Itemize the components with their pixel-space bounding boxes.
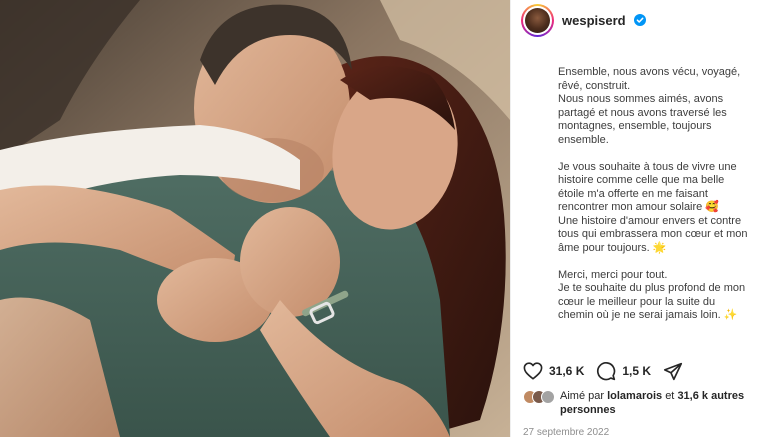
post-side-panel: wespiserd Ensemble, nous avons vécu, voy… [510,0,762,437]
couple-photo-illustration [0,0,510,437]
caption-line: cœur le meilleur pour la suite du [558,295,716,308]
heart-icon[interactable] [523,362,543,380]
caption-line: partagé et nous avons traversé les [558,106,727,119]
liked-by-prefix: Aimé par [560,390,605,402]
caption-line: histoire comme celle que ma belle [558,174,725,186]
comment-action[interactable]: 1,5 K [596,361,651,381]
caption-line: Merci, merci pour tout. [558,268,668,281]
like-action[interactable]: 31,6 K [523,362,584,380]
avatar [541,390,555,404]
liked-by-user-link[interactable]: lolamarois [607,390,662,402]
post-photo[interactable] [0,0,510,437]
comments-count: 1,5 K [622,364,652,378]
caption-line: Nous nous sommes aimés, avons [558,93,724,105]
liked-by-middle: et [665,390,675,402]
caption-line: tous qui embrassera mon cœur et mon [558,228,748,240]
share-action[interactable] [663,362,683,381]
caption-paragraph: Merci, merci pour tout. Je te souhaite du… [558,269,762,323]
paper-plane-icon[interactable] [663,362,683,381]
comment-bubble-icon[interactable] [596,361,616,381]
caption-line: Je te souhaite du plus profond de mon [558,282,746,294]
caption-line: Ensemble, nous avons vécu, voyagé, [558,66,741,78]
post-actions: 31,6 K 1,5 K [523,361,683,381]
caption-line: Une histoire d'amour envers et contre [558,214,742,227]
caption-line: étoile m'a offerte en me faisant [558,187,708,200]
caption-line: âme pour toujours. 🌟 [558,241,667,254]
likes-count: 31,6 K [549,364,585,378]
liked-by: Aimé par lolamarois et 31,6 k autres per… [523,389,756,417]
caption-line: rêvé, construit. [558,79,631,92]
post-caption: Ensemble, nous avons vécu, voyagé, rêvé, … [558,66,762,352]
caption-line: ensemble. [558,133,609,146]
verified-badge-icon [633,14,646,26]
post-date: 27 septembre 2022 [523,427,610,437]
caption-line: rencontrer mon amour solaire 🥰 [558,201,720,213]
caption-paragraph: Ensemble, nous avons vécu, voyagé, rêvé, … [558,66,762,147]
caption-line: montagnes, ensemble, toujours [558,120,712,132]
caption-line: Je vous souhaite à tous de vivre une [558,160,737,173]
liked-by-text: Aimé par lolamarois et 31,6 k autres per… [556,389,756,417]
post-header: wespiserd [521,2,646,38]
caption-line: chemin où je ne serai jamais loin. ✨ [558,309,738,321]
caption-paragraph: Je vous souhaite à tous de vivre une hist… [558,161,762,256]
liker-avatars [523,390,555,404]
avatar[interactable] [521,3,554,37]
username[interactable]: wespiserd [562,13,626,28]
